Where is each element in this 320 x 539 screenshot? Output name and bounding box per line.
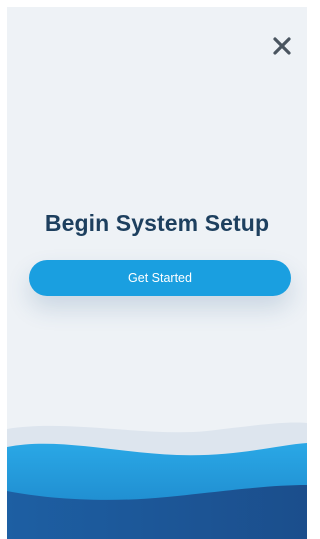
close-button[interactable]	[271, 35, 293, 57]
wave-decoration	[7, 422, 307, 539]
setup-screen: Begin System Setup Get Started	[7, 7, 307, 539]
close-icon	[273, 37, 291, 55]
get-started-button[interactable]: Get Started	[29, 260, 291, 296]
page-title: Begin System Setup	[44, 210, 270, 236]
